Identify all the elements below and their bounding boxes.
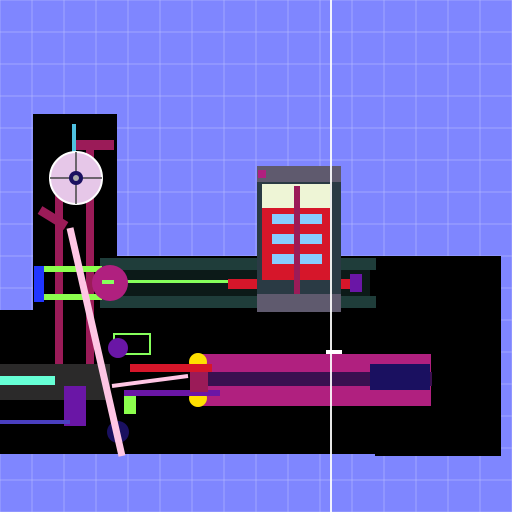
highlight-line <box>330 0 332 512</box>
gear-wheel-icon <box>49 151 103 205</box>
mechanism-canvas <box>0 0 512 512</box>
cylinder-block-icon <box>257 166 341 312</box>
